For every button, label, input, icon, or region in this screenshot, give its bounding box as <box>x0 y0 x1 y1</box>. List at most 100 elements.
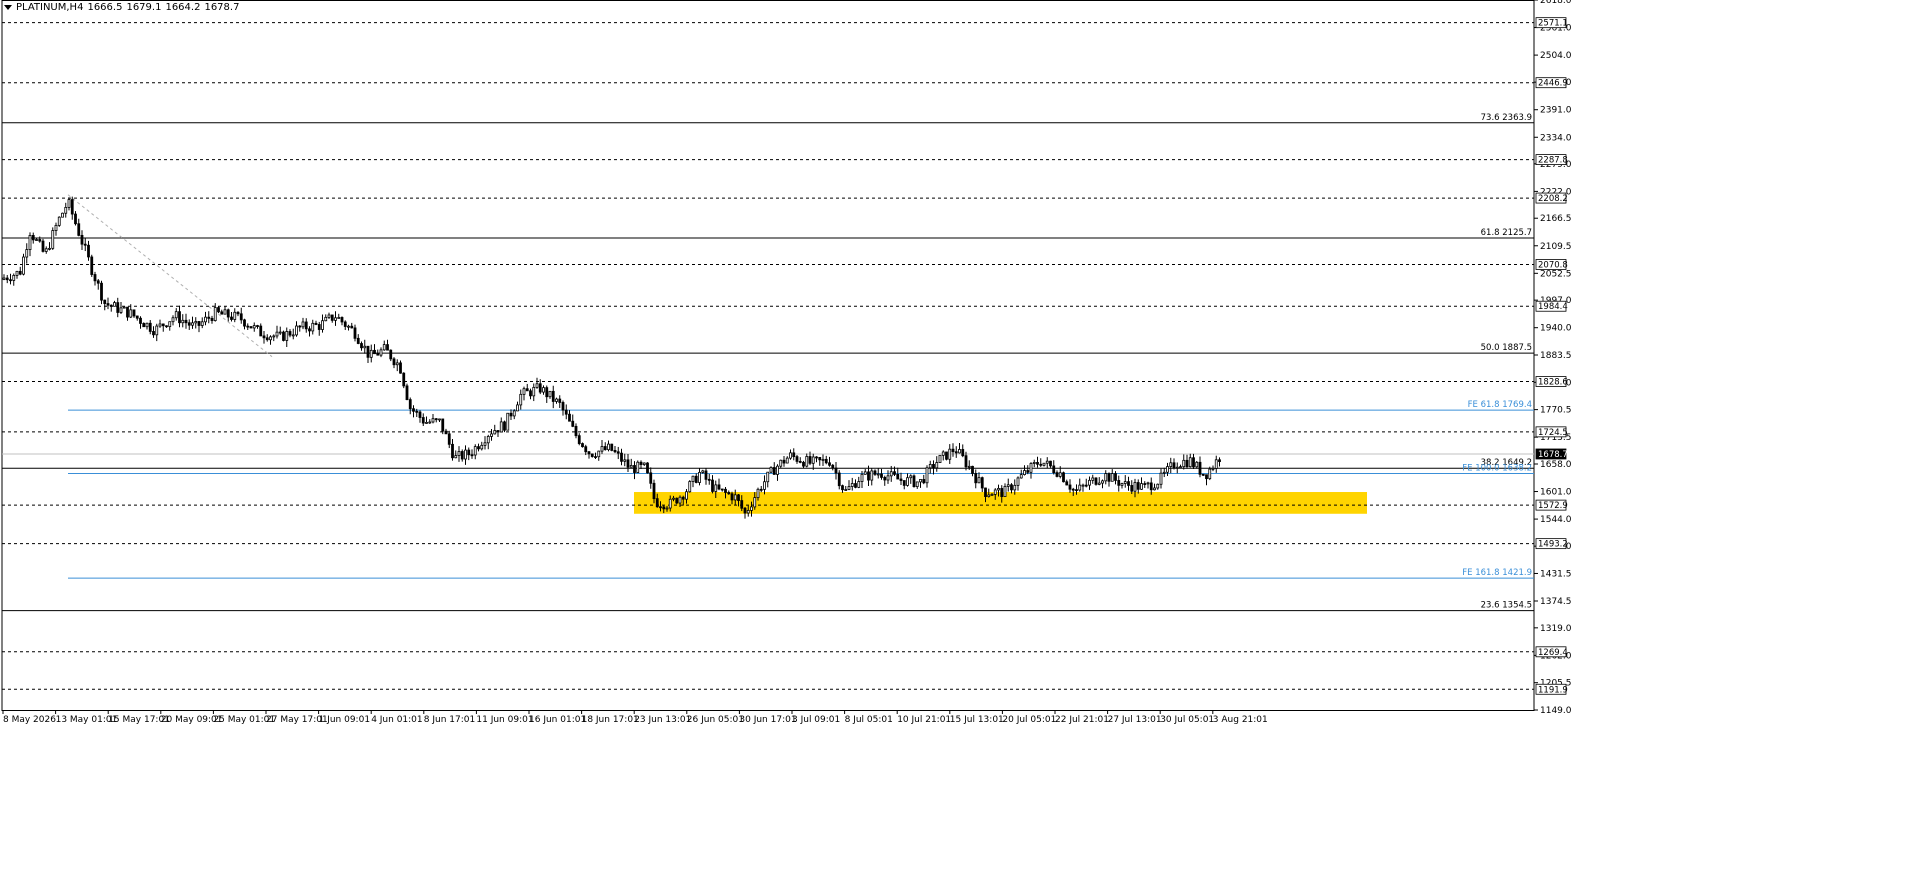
candle-body <box>714 484 718 492</box>
candle-body <box>590 453 594 457</box>
candle-body <box>441 418 445 432</box>
candle-body <box>525 388 529 392</box>
candle-body <box>1192 457 1195 468</box>
candle-body <box>246 325 250 328</box>
candle-body <box>785 457 789 464</box>
candle-body <box>577 435 581 444</box>
chart-header: PLATINUM,H4 1666.5 1679.1 1664.2 1678.7 <box>4 2 243 13</box>
candle-body <box>1127 481 1130 486</box>
candle-body <box>1084 484 1088 487</box>
candle-body <box>779 459 783 467</box>
candle-body <box>291 334 295 337</box>
candle-body <box>1146 482 1150 485</box>
y-tick-label: 2504.0 <box>1540 51 1572 61</box>
candle-body <box>418 411 422 418</box>
candle-body <box>1094 477 1098 485</box>
y-tick-label: 1319.0 <box>1540 624 1572 634</box>
candle-body <box>633 465 636 473</box>
candle-body <box>54 224 58 231</box>
y-tick-label: 2166.5 <box>1540 214 1572 224</box>
y-tick-label: 1658.0 <box>1540 460 1572 470</box>
candle-body <box>278 331 282 334</box>
candle-body <box>694 475 698 483</box>
candle-body <box>288 331 292 336</box>
candle-body <box>1058 472 1062 477</box>
candle-body <box>470 454 474 457</box>
candle-body <box>688 481 692 493</box>
x-tick-label: 18 Jun 17:01 <box>582 715 639 725</box>
candle-body <box>243 319 246 327</box>
candle-body <box>587 451 591 455</box>
candle-body <box>236 311 240 315</box>
chart-area[interactable]: 2618.02561.02504.02448.02391.02334.02279… <box>0 0 1916 888</box>
candle-body <box>70 199 74 215</box>
candle-body <box>493 430 497 435</box>
candle-body <box>233 311 237 320</box>
x-tick-label: 11 Jun 09:01 <box>476 715 533 725</box>
x-tick-label: 3 Jul 09:01 <box>792 715 840 725</box>
candle-body <box>1081 484 1085 487</box>
candle-body <box>600 446 604 452</box>
candle-body <box>317 324 321 330</box>
candle-body <box>850 483 854 487</box>
candle-body <box>912 475 916 488</box>
candle-body <box>226 309 230 318</box>
candle-body <box>1117 480 1121 486</box>
candle-body <box>1107 473 1111 482</box>
candle-body <box>106 303 110 306</box>
candle-body <box>1182 459 1186 468</box>
candle-body <box>889 471 893 477</box>
x-tick-label: 10 Jul 21:01 <box>897 715 951 725</box>
candle-body <box>412 408 415 412</box>
candle-body <box>31 235 35 241</box>
candle-body <box>12 275 16 281</box>
candle-body <box>1149 482 1153 491</box>
candle-body <box>987 494 991 497</box>
candle-body <box>353 327 357 339</box>
candle-body <box>659 506 662 509</box>
collapse-triangle-icon[interactable] <box>4 4 12 10</box>
candle-body <box>204 316 207 323</box>
candle-body <box>9 279 12 282</box>
candle-body <box>109 304 113 307</box>
candle-body <box>187 322 191 326</box>
candle-body <box>57 216 61 226</box>
candle-body <box>974 473 978 484</box>
candle-body <box>675 497 679 504</box>
candle-body <box>915 481 919 488</box>
candle-body <box>334 317 337 321</box>
candle-body <box>155 325 159 336</box>
candle-body <box>174 311 178 319</box>
candle-body <box>152 331 155 336</box>
price-chart[interactable]: 2618.02561.02504.02448.02391.02334.02279… <box>0 0 1916 888</box>
candle-body <box>863 471 867 475</box>
candle-body <box>857 481 861 488</box>
candle-body <box>516 404 519 412</box>
candle-body <box>1198 461 1202 475</box>
candle-body <box>798 460 802 463</box>
candle-body <box>314 322 318 325</box>
candle-body <box>168 321 172 328</box>
candle-body <box>405 385 409 401</box>
candle-body <box>220 311 224 315</box>
fibo-retracement-label: 50.0 1887.5 <box>1481 343 1532 353</box>
candle-body <box>538 383 542 393</box>
candle-body <box>1013 484 1017 491</box>
candle-body <box>194 321 198 324</box>
candle-body <box>993 489 997 495</box>
candle-body <box>15 270 19 276</box>
candle-body <box>343 321 347 327</box>
candle-body <box>1016 477 1020 486</box>
y-tick-label: 2618.0 <box>1540 0 1572 6</box>
current-price-tag: 1678.7 <box>1538 450 1568 460</box>
fibo-expansion-label: FE 100.0 1638.2 <box>1462 464 1532 474</box>
candle-body <box>386 344 389 351</box>
candle-body <box>447 433 451 445</box>
candle-body <box>522 388 526 395</box>
trend-line[interactable] <box>67 194 273 358</box>
candle-body <box>330 314 334 321</box>
candle-body <box>122 306 126 309</box>
candle-body <box>932 464 935 469</box>
y-tick-label: 1601.0 <box>1540 488 1572 498</box>
candle-body <box>880 473 883 478</box>
